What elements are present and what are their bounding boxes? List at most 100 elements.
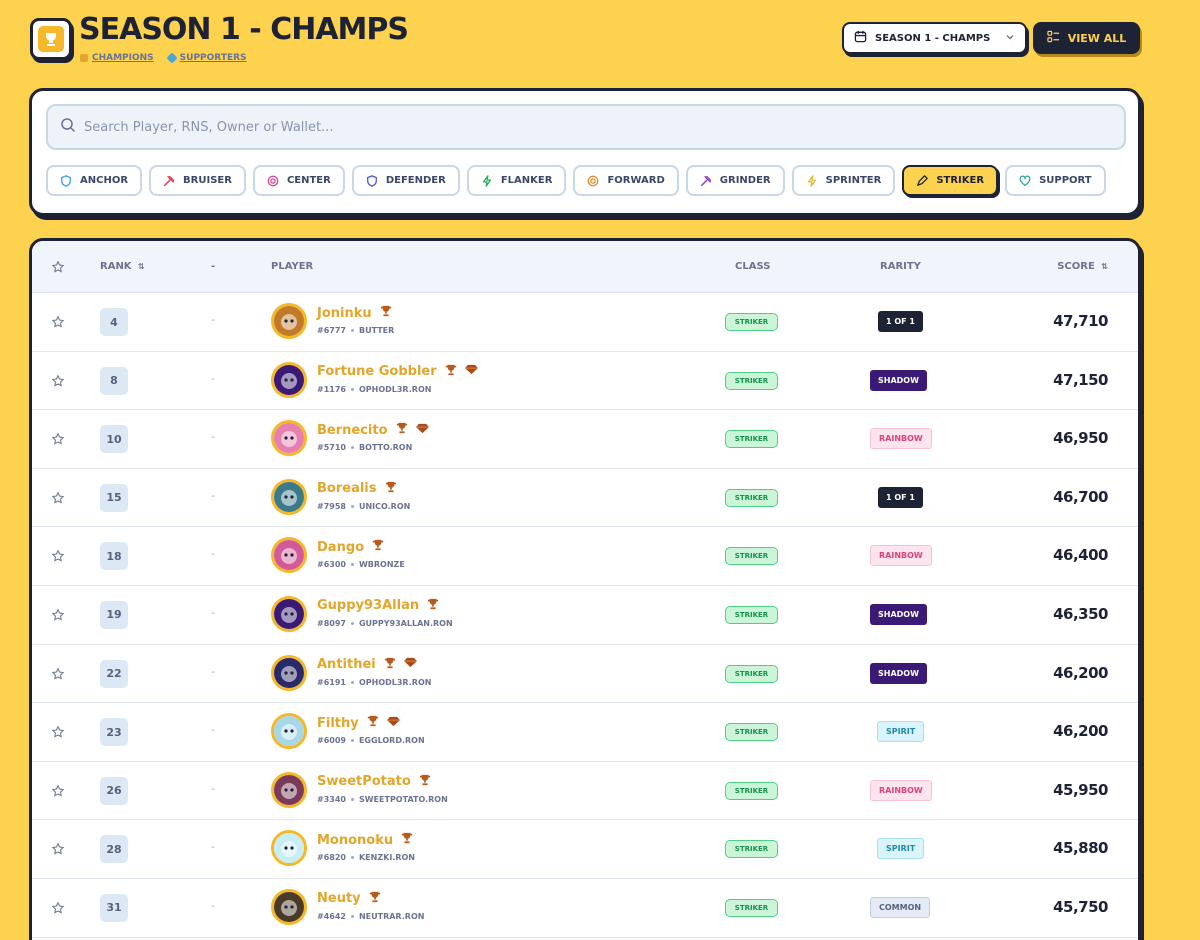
class-filter-center[interactable]: CENTER <box>252 165 345 196</box>
table-row[interactable]: 8 - Fortune Gobbler #1176 OPHODL3R.RON S… <box>32 352 1138 411</box>
class-filter-anchor[interactable]: ANCHOR <box>46 165 143 196</box>
table-row[interactable]: 31 - Neuty #4642 NEUTRAR.RON STRIKER COM… <box>32 879 1138 938</box>
player-id: #6300 <box>317 560 346 570</box>
app-logo[interactable] <box>30 18 72 60</box>
trophy-icon <box>401 832 413 848</box>
rank-column-header[interactable]: RANK ⇅ <box>100 261 145 272</box>
search-input[interactable] <box>84 119 1095 135</box>
view-all-button[interactable]: VIEW ALL <box>1033 22 1140 54</box>
favorite-star-icon[interactable] <box>51 900 65 919</box>
player-avatar[interactable] <box>271 888 307 925</box>
player-avatar[interactable] <box>271 595 307 632</box>
separator-dot <box>350 329 354 332</box>
class-filter-defender[interactable]: DEFENDER <box>351 165 460 196</box>
separator-dot <box>350 797 354 801</box>
player-owner[interactable]: WBRONZE <box>359 560 405 569</box>
player-name-line[interactable]: SweetPotato <box>317 774 431 790</box>
table-row[interactable]: 22 - Antithei #6191 OPHODL3R.RON STRIKER… <box>32 645 1138 704</box>
player-name-line[interactable]: Antithei <box>317 657 417 673</box>
player-avatar[interactable] <box>271 361 307 398</box>
player-owner[interactable]: EGGLORD.RON <box>359 736 425 745</box>
player-avatar[interactable] <box>271 713 307 750</box>
table-row[interactable]: 4 - Joninku #6777 BUTTER STRIKER 1 OF 1 … <box>32 293 1138 352</box>
class-filter-striker[interactable]: STRIKER <box>902 165 999 196</box>
player-name-line[interactable]: Fortune Gobbler <box>317 364 478 380</box>
target-icon <box>587 175 599 187</box>
player-owner[interactable]: UNICO.RON <box>359 502 410 511</box>
table-row[interactable]: 18 - Dango #6300 WBRONZE STRIKER RAINBOW… <box>32 527 1138 586</box>
table-row[interactable]: 23 - Filthy #6009 EGGLORD.RON STRIKER SP… <box>32 703 1138 762</box>
player-score: 45,750 <box>1053 897 1108 916</box>
class-filter-grinder[interactable]: GRINDER <box>685 165 785 196</box>
favorite-star-icon[interactable] <box>51 373 65 392</box>
table-row[interactable]: 15 - Borealis #7958 UNICO.RON STRIKER 1 … <box>32 469 1138 528</box>
table-row[interactable]: 28 - Mononoku #6820 KENZKI.RON STRIKER S… <box>32 820 1138 879</box>
player-name-line[interactable]: Bernecito <box>317 422 429 438</box>
table-row[interactable]: 26 - SweetPotato #3340 SWEETPOTATO.RON S… <box>32 762 1138 821</box>
player-owner[interactable]: GUPPY93ALLAN.RON <box>359 619 453 628</box>
class-filter-support[interactable]: SUPPORT <box>1005 165 1106 196</box>
favorite-star-icon[interactable] <box>51 783 65 802</box>
table-body: 4 - Joninku #6777 BUTTER STRIKER 1 OF 1 … <box>32 293 1138 938</box>
player-name-line[interactable]: Borealis <box>317 481 397 497</box>
rank-badge: 8 <box>100 366 128 395</box>
class-filter-flanker[interactable]: FLANKER <box>466 165 567 196</box>
table-row[interactable]: 10 - Bernecito #5710 BOTTO.RON STRIKER R… <box>32 410 1138 469</box>
bolt-icon <box>806 174 818 187</box>
player-name-line[interactable]: Guppy93Allan <box>317 598 439 614</box>
player-name-line[interactable]: Neuty <box>317 891 381 907</box>
rarity-column-header: RARITY <box>880 261 921 272</box>
rank-badge: 23 <box>100 718 128 747</box>
favorite-star-icon[interactable] <box>51 548 65 567</box>
player-owner[interactable]: NEUTRAR.RON <box>359 912 424 921</box>
class-filter-sprinter[interactable]: SPRINTER <box>791 165 896 196</box>
table-row[interactable]: 19 - Guppy93Allan #8097 GUPPY93ALLAN.RON… <box>32 586 1138 645</box>
rarity-badge: SPIRIT <box>877 838 925 860</box>
favorite-star-icon[interactable] <box>51 314 65 333</box>
player-name-line[interactable]: Filthy <box>317 715 400 731</box>
favorite-star-icon[interactable] <box>51 841 65 860</box>
player-name-line[interactable]: Mononoku <box>317 832 413 848</box>
player-owner[interactable]: BUTTER <box>359 326 394 335</box>
favorite-star-icon[interactable] <box>51 666 65 685</box>
bolt-icon <box>481 174 493 187</box>
champions-link[interactable]: CHAMPIONS <box>80 53 154 63</box>
player-owner[interactable]: OPHODL3R.RON <box>359 385 431 394</box>
player-owner[interactable]: BOTTO.RON <box>359 443 412 452</box>
class-badge: STRIKER <box>725 840 778 859</box>
favorite-header-icon[interactable] <box>51 260 65 277</box>
rarity-badge: SPIRIT <box>877 721 925 743</box>
player-owner[interactable]: KENZKI.RON <box>359 853 415 862</box>
separator-dot <box>350 446 354 450</box>
score-column-header[interactable]: SCORE ⇅ <box>1057 261 1108 272</box>
shield-icon <box>366 174 378 187</box>
supporters-link[interactable]: SUPPORTERS <box>166 52 247 64</box>
player-avatar[interactable] <box>271 478 307 515</box>
favorite-star-icon[interactable] <box>51 431 65 450</box>
player-owner[interactable]: OPHODL3R.RON <box>359 678 431 687</box>
rank-change: - <box>211 488 215 502</box>
player-avatar[interactable] <box>271 654 307 691</box>
player-avatar[interactable] <box>271 771 307 808</box>
favorite-star-icon[interactable] <box>51 724 65 743</box>
search-bar[interactable] <box>46 104 1126 150</box>
target-icon <box>267 175 279 187</box>
favorite-star-icon[interactable] <box>51 607 65 626</box>
rarity-badge: 1 OF 1 <box>878 486 923 508</box>
player-name-line[interactable]: Joninku <box>317 305 392 321</box>
table-header: RANK ⇅ - PLAYER CLASS RARITY SCORE ⇅ <box>32 241 1138 293</box>
favorite-star-icon[interactable] <box>51 490 65 509</box>
class-badge: STRIKER <box>725 547 778 566</box>
season-select[interactable]: SEASON 1 - CHAMPS <box>842 22 1027 54</box>
player-avatar[interactable] <box>271 537 307 574</box>
player-name: Fortune Gobbler <box>317 364 437 380</box>
player-avatar[interactable] <box>271 830 307 867</box>
class-filter-bruiser[interactable]: BRUISER <box>149 165 246 196</box>
player-avatar[interactable] <box>271 420 307 457</box>
class-filter-forward[interactable]: FORWARD <box>573 165 679 196</box>
player-score: 47,710 <box>1053 312 1108 330</box>
player-owner[interactable]: SWEETPOTATO.RON <box>359 795 448 804</box>
player-avatar[interactable] <box>271 303 307 339</box>
rarity-badge: COMMON <box>870 896 931 918</box>
player-name-line[interactable]: Dango <box>317 539 384 555</box>
